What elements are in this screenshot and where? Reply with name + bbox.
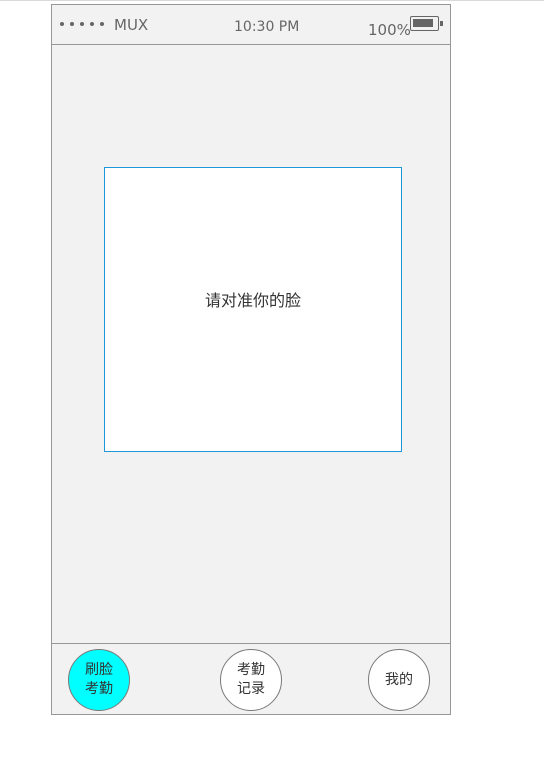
status-bar: MUX 10:30 PM 100% xyxy=(52,5,450,45)
battery-icon xyxy=(410,16,439,31)
nav-mine-label: 我的 xyxy=(385,671,413,688)
signal-strength-icon xyxy=(60,19,104,26)
nav-mine-button[interactable]: 我的 xyxy=(368,649,430,711)
face-capture-frame: 请对准你的脸 xyxy=(104,167,402,452)
carrier-name: MUX xyxy=(114,16,149,34)
status-time: 10:30 PM xyxy=(234,19,300,35)
top-divider xyxy=(0,0,544,1)
nav-face-attendance-button[interactable]: 刷脸考勤 xyxy=(68,649,130,711)
battery-percent: 100% xyxy=(368,21,411,39)
phone-frame: MUX 10:30 PM 100% 请对准你的脸 刷脸考勤 考勤记录 我的 xyxy=(51,4,451,715)
nav-attendance-records-label: 考勤记录 xyxy=(237,662,265,697)
nav-face-attendance-label: 刷脸考勤 xyxy=(85,662,113,697)
face-prompt: 请对准你的脸 xyxy=(204,291,301,310)
battery-tip xyxy=(440,21,443,26)
nav-attendance-records-button[interactable]: 考勤记录 xyxy=(220,649,282,711)
bottom-nav: 刷脸考勤 考勤记录 我的 xyxy=(52,643,450,714)
